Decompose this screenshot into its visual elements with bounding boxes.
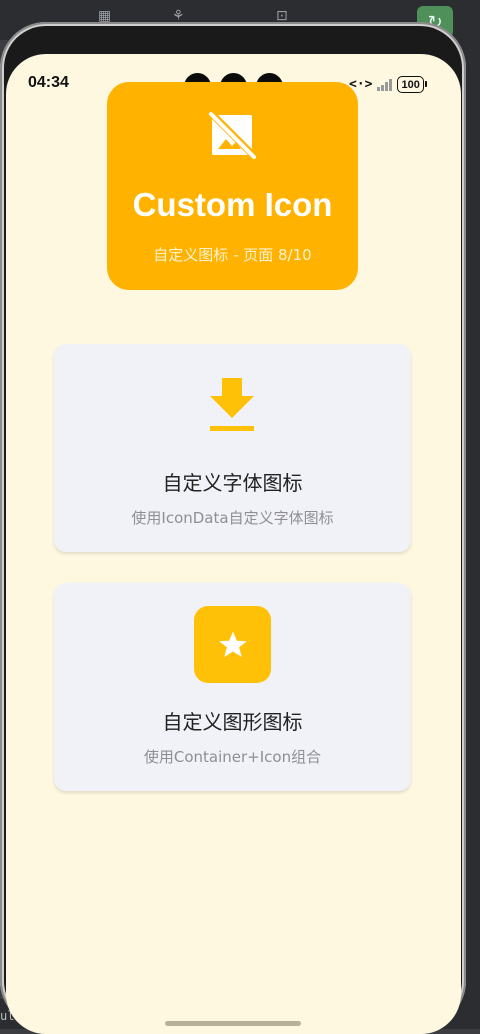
- card-title: 自定义字体图标: [162, 471, 303, 495]
- signal-icon: [377, 78, 393, 91]
- font-icon-card[interactable]: 自定义字体图标 使用IconData自定义字体图标: [54, 344, 411, 552]
- star-icon: [218, 631, 247, 657]
- star-badge: [194, 606, 271, 683]
- card-description: 使用IconData自定义字体图标: [131, 509, 334, 527]
- status-icons: <·> 100: [349, 76, 428, 93]
- shape-icon-card[interactable]: 自定义图形图标 使用Container+Icon组合: [54, 583, 411, 791]
- image-not-supported-icon: [209, 112, 256, 159]
- phone-frame: 04:34 <·> 100 Custom Icon 自定义图标 - 页面 8/1…: [0, 22, 466, 1034]
- download-icon: [210, 378, 254, 431]
- header-title: Custom Icon: [132, 186, 333, 223]
- battery-icon: 100: [397, 76, 428, 93]
- phone-screen: 04:34 <·> 100 Custom Icon 自定义图标 - 页面 8/1…: [6, 54, 461, 1034]
- status-time: 04:34: [28, 74, 69, 91]
- header-subtitle: 自定义图标 - 页面 8/10: [153, 246, 312, 264]
- card-description: 使用Container+Icon组合: [143, 748, 322, 766]
- home-indicator[interactable]: [165, 1021, 301, 1026]
- header-card: Custom Icon 自定义图标 - 页面 8/10: [107, 82, 358, 290]
- card-title: 自定义图形图标: [162, 710, 303, 734]
